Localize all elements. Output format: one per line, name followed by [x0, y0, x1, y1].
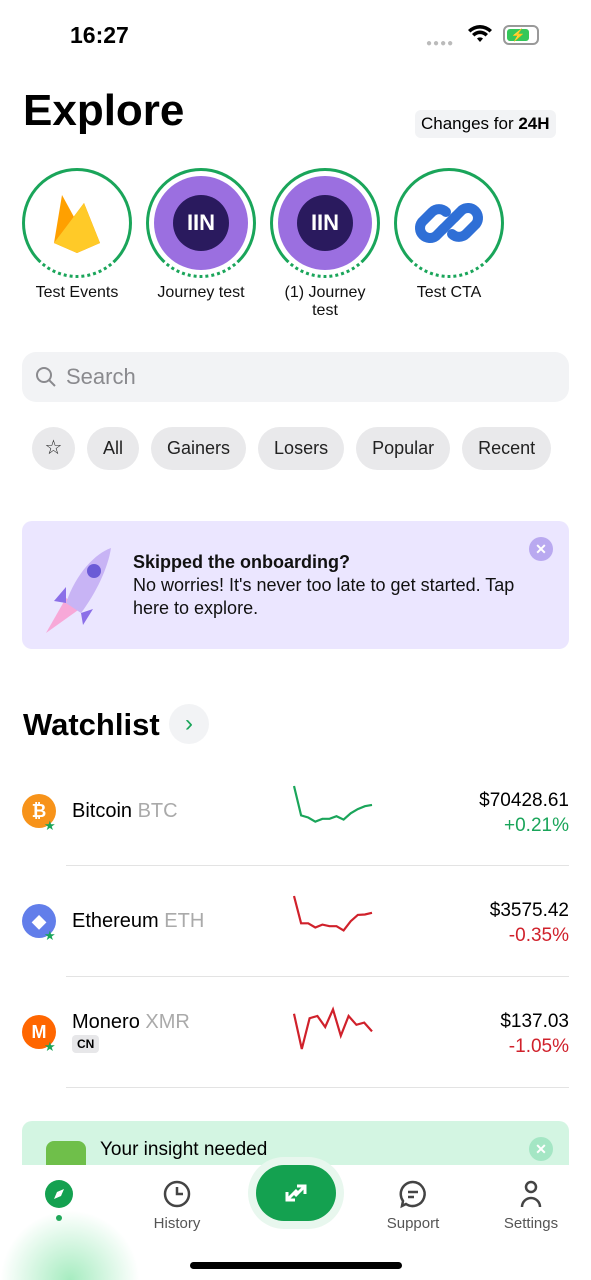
- page-title: Explore: [23, 86, 185, 135]
- journey-logo-icon: IIN: [154, 176, 248, 270]
- banner-title: Skipped the onboarding?: [133, 552, 350, 572]
- clock: 16:27: [70, 22, 129, 48]
- battery-icon: ⚡: [503, 25, 539, 45]
- filter-popular[interactable]: Popular: [356, 427, 451, 470]
- clock-icon: [163, 1180, 191, 1208]
- swap-button[interactable]: [256, 1165, 336, 1221]
- stories-row: Test Events IIN Journey test IIN (1) Jou…: [22, 168, 504, 320]
- star-icon: ★: [44, 818, 56, 833]
- story-label: Journey test: [157, 284, 245, 301]
- coin-change: -0.35%: [508, 925, 569, 946]
- tab-label: History: [153, 1215, 201, 1232]
- filter-recent[interactable]: Recent: [462, 427, 552, 470]
- chat-icon: [399, 1180, 426, 1209]
- tab-history[interactable]: History: [127, 1179, 227, 1232]
- tab-settings[interactable]: Settings: [481, 1179, 581, 1232]
- changes-period-button[interactable]: Changes for 24H: [415, 110, 556, 138]
- tab-label: Settings: [503, 1215, 559, 1232]
- sparkline-bitcoin: [293, 785, 373, 823]
- sparkline-line: [293, 895, 373, 932]
- star-icon: ★: [44, 928, 56, 943]
- watchlist-row-bitcoin[interactable]: ₿ ★ Bitcoin BTC $70428.61 +0.21%: [0, 756, 591, 866]
- filter-all[interactable]: All: [87, 427, 140, 470]
- home-indicator: [190, 1262, 402, 1269]
- link-icon: [402, 176, 496, 270]
- sparkline-line: [293, 785, 373, 823]
- search-placeholder: Search: [66, 364, 136, 389]
- signal-icon: ●●●●: [426, 38, 455, 49]
- story-journey-test[interactable]: IIN Journey test: [146, 168, 256, 320]
- coin-symbol: BTC: [137, 800, 178, 822]
- watchlist-row-monero[interactable]: M ★ Monero XMR CN $137.03 -1.05%: [0, 977, 591, 1087]
- banner-body: No worries! It's never too late to get s…: [133, 575, 515, 618]
- story-test-events[interactable]: Test Events: [22, 168, 132, 320]
- coin-symbol: ETH: [164, 910, 205, 932]
- sparkline-monero: [293, 1006, 373, 1050]
- journey-logo-icon: IIN: [278, 176, 372, 270]
- filter-losers[interactable]: Losers: [258, 427, 345, 470]
- favorites-filter-star-icon[interactable]: ☆: [32, 427, 75, 470]
- chevron-right-icon[interactable]: ›: [169, 704, 209, 744]
- coin-name: Monero: [72, 1011, 140, 1033]
- coin-price: $70428.61: [479, 790, 569, 811]
- story-test-cta[interactable]: Test CTA: [394, 168, 504, 320]
- filter-gainers[interactable]: Gainers: [151, 427, 247, 470]
- watchlist-row-ethereum[interactable]: ◆ ★ Ethereum ETH $3575.42 -0.35%: [0, 866, 591, 976]
- sparkline-ethereum: [293, 895, 373, 932]
- swap-icon: [285, 1184, 307, 1202]
- coin-name: Ethereum: [72, 910, 159, 932]
- coin-change: -1.05%: [508, 1036, 569, 1057]
- close-icon[interactable]: ✕: [529, 1137, 553, 1161]
- tab-support[interactable]: Support: [363, 1179, 463, 1232]
- filter-chips: ☆ All Gainers Losers Popular Recent: [32, 427, 552, 470]
- onboarding-banner[interactable]: Skipped the onboarding? No worries! It's …: [22, 521, 569, 649]
- search-input[interactable]: Search: [22, 352, 569, 402]
- coin-badge: CN: [72, 1035, 100, 1053]
- insight-title: Your insight needed: [100, 1139, 268, 1160]
- close-icon[interactable]: ✕: [529, 537, 553, 561]
- firebase-icon: [30, 176, 124, 270]
- divider: [66, 1087, 569, 1088]
- star-icon: ★: [44, 1039, 56, 1054]
- watchlist-title: Watchlist: [23, 707, 160, 742]
- story-label: Test CTA: [416, 284, 482, 301]
- story-label: Test Events: [35, 284, 119, 301]
- compass-icon: [45, 1180, 73, 1208]
- tab-label: Support: [386, 1215, 440, 1232]
- rocket-icon: [46, 548, 111, 633]
- glow-decoration: [0, 1210, 140, 1280]
- coin-price: $3575.42: [489, 900, 569, 921]
- coin-change: +0.21%: [504, 815, 569, 836]
- coin-symbol: XMR: [145, 1011, 190, 1033]
- changes-label: Changes for: [421, 114, 519, 133]
- wifi-icon: [468, 25, 492, 42]
- search-icon: [36, 367, 56, 387]
- story-1-journey-test[interactable]: IIN (1) Journey test: [270, 168, 380, 320]
- coin-price: $137.03: [500, 1011, 569, 1032]
- coin-name: Bitcoin: [72, 800, 133, 822]
- sparkline-line: [293, 1006, 373, 1050]
- changes-period: 24H: [518, 114, 550, 133]
- story-label: (1) Journey test: [284, 284, 366, 319]
- status-bar: 16:27 ●●●● ⚡: [0, 0, 591, 70]
- person-icon: [520, 1180, 542, 1208]
